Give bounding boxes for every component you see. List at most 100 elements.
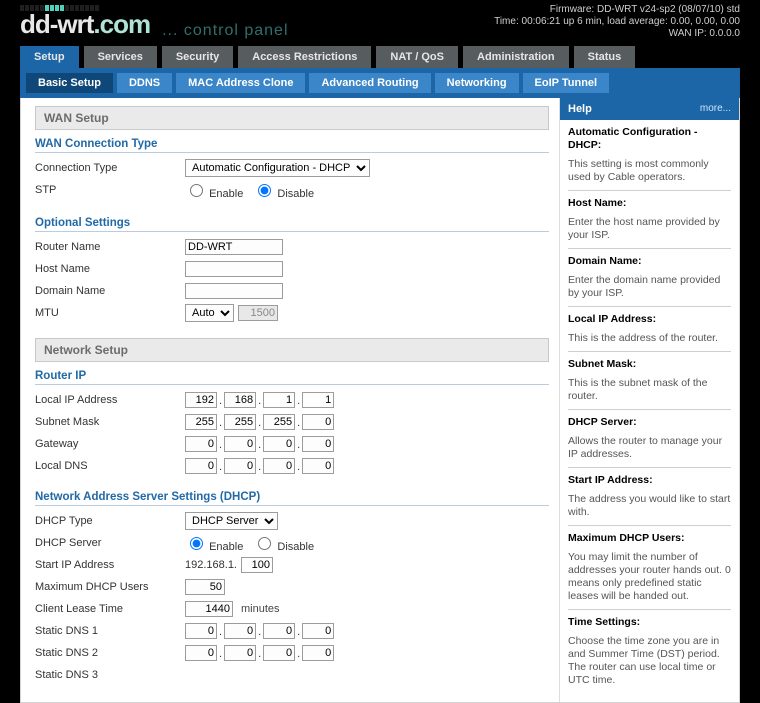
gw-1[interactable]	[185, 436, 217, 452]
brand-logo: dd-wrt.com	[20, 9, 150, 39]
subnet-1[interactable]	[185, 414, 217, 430]
sdns1-3[interactable]	[263, 623, 295, 639]
dhcp-type-label: DHCP Type	[35, 515, 185, 527]
subtab-ddns[interactable]: DDNS	[117, 73, 172, 93]
main-content: WAN Setup WAN Connection Type Connection…	[21, 98, 559, 702]
sub-tabs: Basic Setup DDNS MAC Address Clone Advan…	[20, 68, 740, 98]
tab-setup[interactable]: Setup	[20, 46, 79, 68]
connection-type-select[interactable]: Automatic Configuration - DHCP	[185, 159, 370, 177]
stp-disable-radio[interactable]	[258, 184, 271, 197]
subtab-networking[interactable]: Networking	[435, 73, 519, 93]
connection-type-label: Connection Type	[35, 162, 185, 174]
sdns1-1[interactable]	[185, 623, 217, 639]
network-setup-header: Network Setup	[35, 338, 549, 362]
sdns2-label: Static DNS 2	[35, 647, 185, 659]
stp-disable-option[interactable]: Disable	[253, 181, 314, 200]
local-ip-group: . . .	[185, 392, 549, 408]
local-ip-3[interactable]	[263, 392, 295, 408]
tab-security[interactable]: Security	[162, 46, 233, 68]
router-name-input[interactable]	[185, 239, 283, 255]
domain-name-input[interactable]	[185, 283, 283, 299]
max-users-input[interactable]	[185, 579, 225, 595]
sdns2-4[interactable]	[302, 645, 334, 661]
subtab-adv-routing[interactable]: Advanced Routing	[309, 73, 430, 93]
dhcp-enable-radio[interactable]	[190, 537, 203, 550]
sdns2-1[interactable]	[185, 645, 217, 661]
help-h8: Maximum DHCP Users:	[568, 532, 685, 544]
help-p5: This is the subnet mask of the router.	[568, 377, 731, 403]
gw-2[interactable]	[224, 436, 256, 452]
help-h2: Host Name:	[568, 197, 626, 209]
router-name-label: Router Name	[35, 241, 185, 253]
local-ip-1[interactable]	[185, 392, 217, 408]
subnet-4[interactable]	[302, 414, 334, 430]
gw-3[interactable]	[263, 436, 295, 452]
tab-nat-qos[interactable]: NAT / QoS	[376, 46, 458, 68]
help-h9: Time Settings:	[568, 616, 640, 628]
wanip-line: WAN IP: 0.0.0.0	[494, 28, 740, 40]
help-p7: The address you would like to start with…	[568, 493, 731, 519]
mtu-mode-select[interactable]: Auto	[185, 304, 234, 322]
tab-access-restrictions[interactable]: Access Restrictions	[238, 46, 371, 68]
stp-label: STP	[35, 184, 185, 196]
host-name-input[interactable]	[185, 261, 283, 277]
optional-settings-section: Optional Settings	[35, 215, 549, 232]
help-h1: Automatic Configuration - DHCP:	[568, 126, 698, 151]
router-ip-section: Router IP	[35, 368, 549, 385]
stp-enable-option[interactable]: Enable	[185, 181, 243, 200]
sdns1-4[interactable]	[302, 623, 334, 639]
subnet-label: Subnet Mask	[35, 416, 185, 428]
help-h6: DHCP Server:	[568, 416, 637, 428]
local-ip-4[interactable]	[302, 392, 334, 408]
tab-services[interactable]: Services	[84, 46, 157, 68]
help-h5: Subnet Mask:	[568, 358, 636, 370]
firmware-line: Firmware: DD-WRT v24-sp2 (08/07/10) std	[494, 4, 740, 16]
sdns2-3[interactable]	[263, 645, 295, 661]
dhcp-type-select[interactable]: DHCP Server	[185, 512, 278, 530]
wan-setup-header: WAN Setup	[35, 106, 549, 130]
help-p1: This setting is most commonly used by Ca…	[568, 158, 731, 184]
local-dns-group: . . .	[185, 458, 549, 474]
max-users-label: Maximum DHCP Users	[35, 581, 185, 593]
dhcp-server-label: DHCP Server	[35, 537, 185, 549]
control-panel-label: ... control panel	[162, 22, 288, 40]
ldns-1[interactable]	[185, 458, 217, 474]
ldns-2[interactable]	[224, 458, 256, 474]
subtab-mac-clone[interactable]: MAC Address Clone	[176, 73, 305, 93]
brand-block: dd-wrt.com ... control panel	[20, 5, 289, 40]
help-h4: Local IP Address:	[568, 313, 656, 325]
help-more-link[interactable]: more...	[700, 103, 731, 115]
start-ip-last[interactable]	[241, 557, 273, 573]
gw-4[interactable]	[302, 436, 334, 452]
lease-unit: minutes	[241, 603, 280, 615]
subtab-eoip[interactable]: EoIP Tunnel	[523, 73, 610, 93]
help-h3: Domain Name:	[568, 255, 642, 267]
ldns-4[interactable]	[302, 458, 334, 474]
dhcp-disable-radio[interactable]	[258, 537, 271, 550]
subtab-basic-setup[interactable]: Basic Setup	[26, 73, 113, 93]
sdns2-2[interactable]	[224, 645, 256, 661]
start-ip-prefix: 192.168.1.	[185, 559, 237, 571]
local-dns-label: Local DNS	[35, 460, 185, 472]
tab-administration[interactable]: Administration	[463, 46, 569, 68]
help-p9: Choose the time zone you are in and Summ…	[568, 635, 731, 687]
dhcp-section: Network Address Server Settings (DHCP)	[35, 489, 549, 506]
local-ip-2[interactable]	[224, 392, 256, 408]
ldns-3[interactable]	[263, 458, 295, 474]
stp-enable-radio[interactable]	[190, 184, 203, 197]
subnet-2[interactable]	[224, 414, 256, 430]
gateway-label: Gateway	[35, 438, 185, 450]
lease-time-input[interactable]	[185, 601, 233, 617]
sdns1-2[interactable]	[224, 623, 256, 639]
sdns3-label: Static DNS 3	[35, 669, 185, 681]
subnet-3[interactable]	[263, 414, 295, 430]
status-lines: Firmware: DD-WRT v24-sp2 (08/07/10) std …	[494, 4, 740, 40]
help-p6: Allows the router to manage your IP addr…	[568, 435, 731, 461]
main-tabs: Setup Services Security Access Restricti…	[20, 46, 740, 68]
local-ip-label: Local IP Address	[35, 394, 185, 406]
dhcp-enable-option[interactable]: Enable	[185, 534, 243, 553]
tab-status[interactable]: Status	[574, 46, 636, 68]
mtu-label: MTU	[35, 307, 185, 319]
time-line: Time: 00:06:21 up 6 min, load average: 0…	[494, 16, 740, 28]
dhcp-disable-option[interactable]: Disable	[253, 534, 314, 553]
